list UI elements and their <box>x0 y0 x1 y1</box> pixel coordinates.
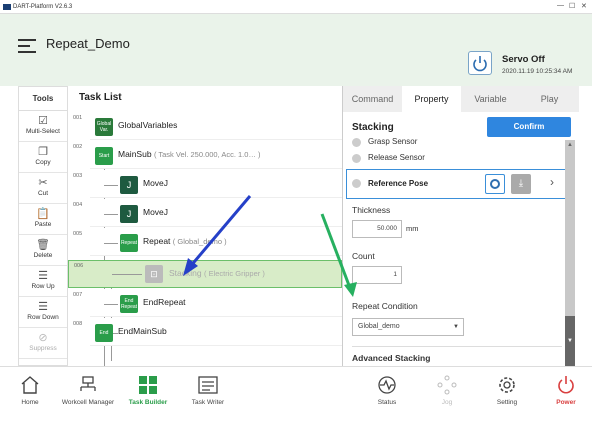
home-icon <box>21 376 39 394</box>
workcell-icon <box>80 376 96 391</box>
nav-workcell-manager[interactable]: Workcell Manager <box>58 375 118 406</box>
nav-power[interactable]: Power <box>536 375 592 406</box>
nav-task-writer[interactable]: Task Writer <box>178 375 238 406</box>
task-builder-icon <box>139 376 157 394</box>
gear-icon <box>499 377 515 393</box>
task-writer-icon <box>198 376 218 394</box>
bottom-nav: Home Workcell Manager Task Builder Task … <box>0 366 592 444</box>
status-icon <box>378 376 396 394</box>
jog-icon <box>437 375 457 395</box>
power-icon <box>558 376 574 394</box>
nav-task-builder[interactable]: Task Builder <box>118 375 178 406</box>
nav-setting[interactable]: Setting <box>477 375 537 406</box>
nav-jog[interactable]: Jog <box>417 375 477 406</box>
nav-status[interactable]: Status <box>357 375 417 406</box>
nav-home[interactable]: Home <box>0 375 60 406</box>
